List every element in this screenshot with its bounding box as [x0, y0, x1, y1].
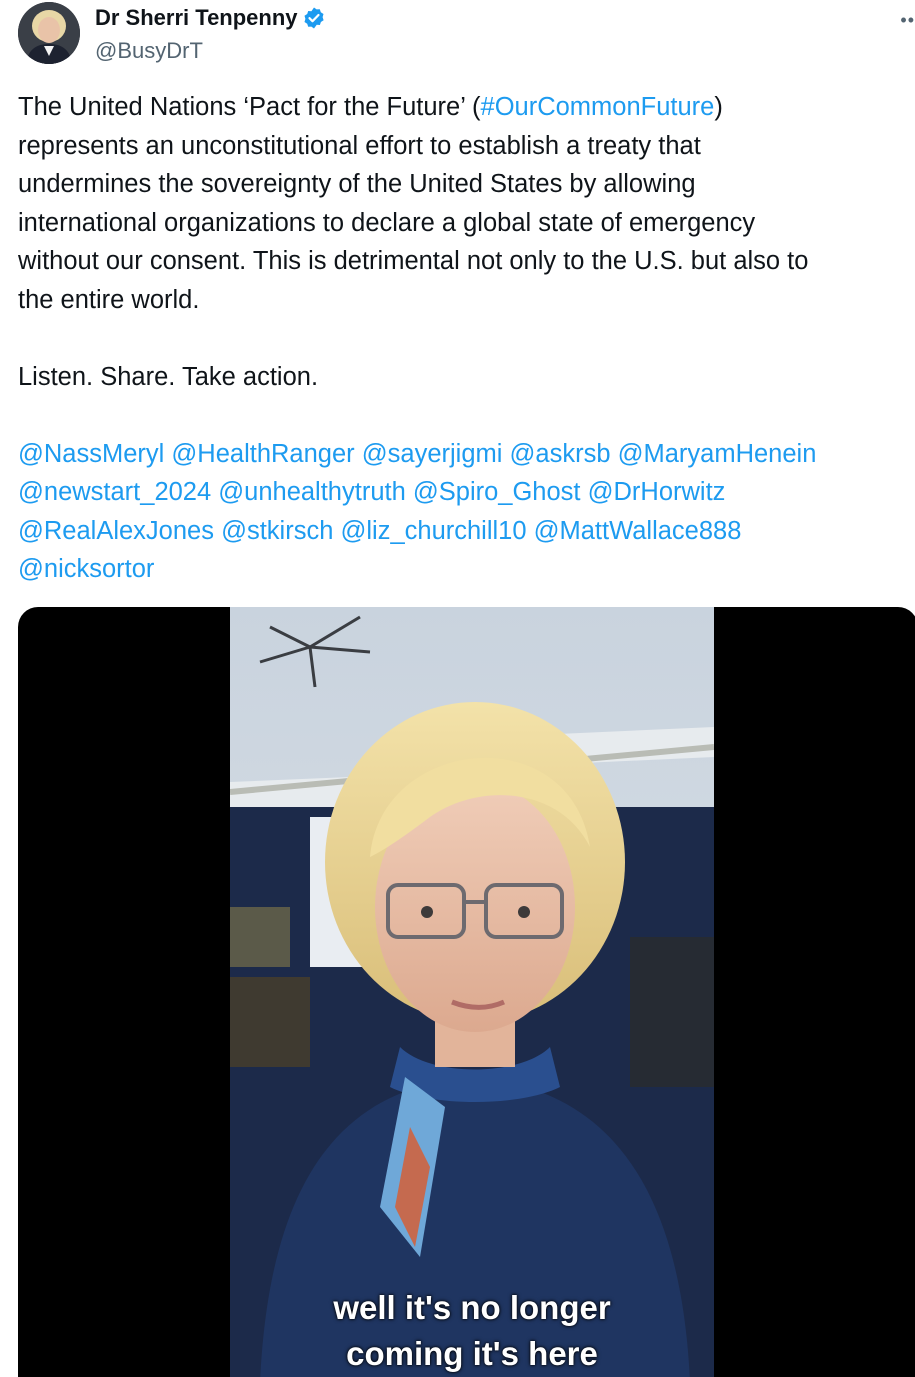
mentions-line-3: @RealAlexJones @stkirsch @liz_churchill1… [18, 512, 908, 551]
video-player[interactable]: well it's no longer coming it's here [18, 607, 915, 1377]
mention-link[interactable]: @newstart_2024 [18, 478, 211, 506]
mention-link[interactable]: @nicksortor [18, 555, 154, 583]
mention-link[interactable]: @stkirsch [221, 517, 333, 545]
text-segment: ) [714, 93, 723, 121]
mention-link[interactable]: @HealthRanger [171, 440, 354, 468]
text-line-6: the entire world. [18, 285, 200, 314]
text-line-1: The United Nations ‘Pact for the Future’… [18, 88, 908, 127]
video-still-image [230, 607, 714, 1377]
text-segment: The United Nations ‘Pact for the Future’… [18, 93, 481, 121]
more-dots-icon[interactable]: •• [900, 10, 915, 31]
text-line-5: without our consent. This is detrimental… [18, 247, 809, 275]
mention-link[interactable]: @Spiro_Ghost [413, 478, 581, 506]
author-display-name[interactable]: Dr Sherri Tenpenny [95, 5, 298, 31]
tweet-text: The United Nations ‘Pact for the Future’… [18, 88, 908, 589]
text-line-call-to-action: Listen. Share. Take action. [18, 362, 319, 391]
mention-link[interactable]: @MattWallace888 [534, 517, 742, 545]
mentions-line-2: @newstart_2024 @unhealthytruth @Spiro_Gh… [18, 473, 908, 512]
author-handle[interactable]: @BusyDrT [95, 38, 203, 64]
mention-link[interactable]: @askrsb [510, 440, 611, 468]
mention-link[interactable]: @NassMeryl [18, 440, 164, 468]
avatar[interactable] [18, 2, 80, 64]
mentions-line-4: @nicksortor [18, 550, 908, 589]
mention-link[interactable]: @MaryamHenein [618, 440, 817, 468]
text-line-3: undermines the sovereignty of the United… [18, 170, 696, 198]
mention-link[interactable]: @DrHorwitz [588, 478, 726, 506]
author-name-row: Dr Sherri Tenpenny [95, 5, 326, 31]
verified-badge-icon [304, 7, 324, 29]
tweet-header: Dr Sherri Tenpenny @BusyDrT •• [18, 0, 915, 70]
text-line-4: international organizations to declare a… [18, 208, 756, 237]
video-frame[interactable]: well it's no longer coming it's here [230, 607, 714, 1377]
mentions-line-1: @NassMeryl @HealthRanger @sayerjigmi @as… [18, 435, 908, 474]
mention-link[interactable]: @RealAlexJones [18, 517, 214, 545]
mention-link[interactable]: @sayerjigmi [362, 440, 503, 468]
hashtag-link[interactable]: #OurCommonFuture [481, 93, 715, 121]
mention-link[interactable]: @unhealthytruth [218, 478, 406, 506]
video-caption-line-2: coming it's here [346, 1335, 598, 1372]
video-caption-line-1: well it's no longer [333, 1289, 611, 1326]
mention-link[interactable]: @liz_churchill10 [340, 517, 526, 545]
text-line-2: represents an unconstitutional effort to… [18, 131, 701, 160]
